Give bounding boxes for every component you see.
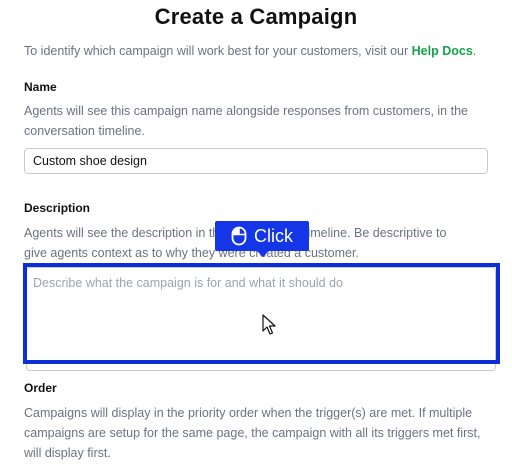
click-label: Click	[254, 225, 293, 246]
help-docs-link[interactable]: Help Docs	[412, 44, 473, 58]
campaign-description-textarea[interactable]	[26, 267, 496, 371]
intro-text: To identify which campaign will work bes…	[24, 44, 500, 58]
order-help-text: Campaigns will display in the priority o…	[24, 406, 481, 460]
intro-text-end: .	[472, 44, 477, 58]
name-help-text: Agents will see this campaign name along…	[24, 104, 468, 138]
pointer-cursor-icon	[262, 314, 276, 341]
campaign-name-input[interactable]	[24, 148, 488, 174]
name-label: Name	[24, 80, 57, 94]
mouse-icon	[231, 226, 247, 246]
description-label: Description	[24, 201, 91, 215]
click-indicator: Click	[215, 221, 309, 257]
order-label: Order	[24, 381, 57, 395]
intro-text-body: To identify which campaign will work bes…	[24, 44, 412, 58]
page-title: Create a Campaign	[154, 4, 358, 29]
